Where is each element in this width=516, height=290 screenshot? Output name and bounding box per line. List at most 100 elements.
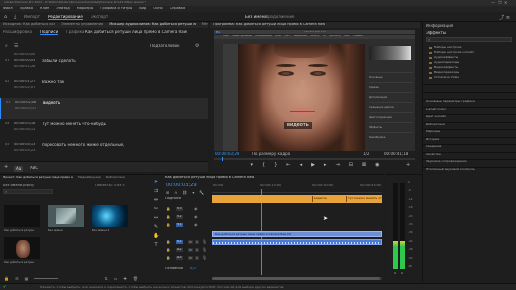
nest-icon[interactable]: ⊞	[166, 190, 169, 195]
caption-row[interactable]: 02 00:00:01;27 00:00:02;07 Важно так	[0, 77, 208, 98]
sort-icon[interactable]: ⇅	[104, 276, 107, 281]
project-thumb-4[interactable]	[4, 237, 40, 259]
ripple-edit-icon[interactable]: ⇹	[153, 197, 159, 206]
project-tab[interactable]: Проект: Как добиться ретуши лица прямо в…	[3, 176, 73, 179]
step-back-icon[interactable]: ◂	[300, 162, 303, 170]
extract-icon[interactable]: ⊠	[362, 162, 366, 170]
add-marker-icon[interactable]: ▾	[192, 190, 194, 195]
track-lock-icon[interactable]: 🔒	[166, 223, 170, 227]
menu-item[interactable]: Окно	[153, 7, 162, 11]
info-panel-header[interactable]: Информация	[426, 24, 453, 28]
track-label[interactable]: A3	[176, 256, 183, 260]
lock-icon[interactable]: 🔒	[4, 276, 9, 281]
subtitle-track-dropdown[interactable]: Подзаголовок	[150, 44, 180, 48]
camera-icon[interactable]: ◉	[375, 162, 379, 170]
program-video-frame[interactable]: Ps Camera Raw 14.0 Файл Редактирование Изо…	[214, 30, 415, 151]
caption-end[interactable]: 00:00:01;26	[14, 65, 35, 69]
project-thumb-3[interactable]	[92, 205, 128, 227]
program-tab[interactable]: Программа: Как добиться ретуши лица прям…	[213, 23, 325, 27]
timeline-scrollbar[interactable]	[212, 277, 382, 280]
trash-icon[interactable]: 🗑	[133, 276, 138, 281]
solo-button[interactable]: S	[195, 256, 199, 260]
step-forward-icon[interactable]: ▸	[324, 162, 327, 170]
eye-icon[interactable]: ◉	[194, 206, 198, 211]
in-point-icon[interactable]: {	[262, 162, 265, 170]
caption-end[interactable]: 00:00:05;23	[14, 149, 35, 153]
video-clip[interactable]: Как добиться ретуши лица прямо в Camera …	[212, 231, 382, 237]
project-tab[interactable]: Медиабраузер	[78, 176, 101, 179]
caption-text[interactable]: поресовать немного жиже отдельные,	[42, 143, 124, 147]
track-label[interactable]: A1	[176, 240, 183, 244]
program-scrubber[interactable]	[214, 157, 415, 161]
import-icon[interactable]: ⤓	[14, 14, 16, 20]
caption-start[interactable]: 00:00:01;27	[14, 80, 35, 84]
caption-text[interactable]: Тут можно менять что-нибудь	[42, 122, 106, 126]
go-to-in-icon[interactable]: ⇤	[286, 162, 290, 170]
filter-icon[interactable]: ☰	[14, 43, 18, 49]
go-to-out-icon[interactable]: ⇥	[336, 162, 340, 170]
track-select-icon[interactable]: ⇉	[153, 188, 159, 197]
wrench-icon[interactable]: 🔧	[199, 190, 204, 195]
track-label[interactable]: A2	[176, 248, 183, 252]
workspace-export[interactable]: Экспорт	[91, 15, 108, 20]
mute-button[interactable]: M	[188, 256, 193, 260]
caption-end[interactable]: 00:00:02;07	[14, 86, 35, 90]
project-thumb-1[interactable]	[4, 205, 40, 227]
folder-icon[interactable]: ▭	[114, 276, 118, 281]
caption-end[interactable]: 00:00:04;12	[14, 128, 35, 132]
caption-text[interactable]: Важно так	[42, 80, 64, 84]
quality-dropdown[interactable]: 1/2	[363, 152, 369, 156]
fit-dropdown[interactable]: По размеру кадра	[252, 152, 290, 156]
track-lock-icon[interactable]: 🔒	[166, 248, 170, 252]
eye-icon[interactable]: ◉	[194, 222, 198, 227]
effects-search[interactable]: ⌕	[426, 37, 512, 42]
caption-row[interactable]: 03 00:00:02;08 00:00:03;17 видеоть	[0, 98, 208, 119]
button-editor-icon[interactable]: +	[406, 162, 410, 168]
caption-clip[interactable]: видеоть	[312, 196, 346, 202]
list-view-icon[interactable]: ☰	[15, 276, 19, 281]
lift-icon[interactable]: ⊟	[349, 162, 353, 170]
caption-end[interactable]: 00:00:03;17	[15, 107, 36, 111]
mic-icon[interactable]: 🎙	[202, 255, 207, 260]
icon-view-icon[interactable]: ▦	[25, 276, 29, 281]
selection-tool-icon[interactable]: ➤	[153, 179, 159, 188]
type-icon[interactable]: T	[153, 242, 159, 251]
tab-transcript[interactable]: Расшифровка	[3, 30, 32, 35]
solo-left[interactable]: S	[394, 272, 396, 276]
panel-tab[interactable]: Микшер аудиоклипов: Как добиться ретуши …	[109, 22, 196, 28]
panel-tab[interactable]: Исходник: Как добиться кольца-в-рамке ..…	[3, 22, 55, 28]
menu-item[interactable]: Маркеры	[77, 7, 94, 11]
workspace-import[interactable]: Импорт	[24, 15, 40, 20]
project-thumb-2[interactable]	[48, 205, 84, 227]
project-tab[interactable]: Библиотеки	[106, 176, 125, 179]
caption-start[interactable]: 00:00:04;13	[14, 143, 35, 147]
share-icon[interactable]: ⤴ ≡	[499, 14, 510, 21]
eye-icon[interactable]: ◉	[194, 214, 198, 219]
track-label[interactable]: V1	[176, 223, 183, 227]
program-timecode[interactable]: 00:00:03;29	[215, 152, 239, 156]
pen-icon[interactable]: ✎	[153, 224, 159, 233]
out-point-icon[interactable]: }	[274, 162, 277, 170]
caption-start[interactable]: 00:00:02;08	[15, 101, 36, 105]
track-label[interactable]: V3	[176, 207, 183, 211]
menu-item[interactable]: Правка	[20, 7, 33, 11]
right-panel-item[interactable]: Основные параметры графики	[423, 84, 516, 103]
track-lock-icon[interactable]: 🔒	[166, 256, 170, 260]
home-icon[interactable]: ⌂	[4, 14, 7, 20]
play-icon[interactable]: ▶	[311, 162, 315, 170]
snap-icon[interactable]: ∩	[174, 190, 177, 195]
timeline-timecode[interactable]: 00:00:03;29	[166, 183, 197, 188]
project-search[interactable]: ⌕	[3, 189, 53, 194]
solo-button[interactable]: S	[195, 248, 199, 252]
menu-item[interactable]: Файл	[3, 7, 13, 11]
timeline-tab[interactable]: Как добиться ретуши лица прямо в Camera …	[165, 176, 254, 180]
search-icon[interactable]: ⌕	[5, 43, 8, 49]
settings-icon[interactable]: ⚙	[195, 43, 199, 49]
menu-item[interactable]: Вид	[139, 7, 146, 11]
panel-tab[interactable]: Элементы управления эффектами	[61, 22, 103, 28]
link-icon[interactable]: ⛓	[182, 190, 187, 195]
caption-start[interactable]: 00:00:00;03	[14, 59, 35, 63]
solo-right[interactable]: S	[401, 272, 403, 276]
hand-icon[interactable]: ✋	[153, 233, 159, 242]
tab-graphics[interactable]: Графика	[66, 30, 84, 35]
